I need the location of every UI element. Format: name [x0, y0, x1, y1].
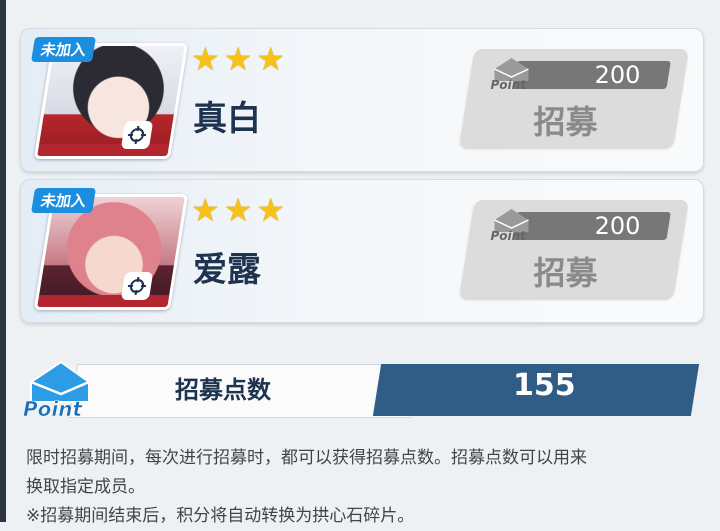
star-icon: ★	[191, 191, 220, 229]
point-text: Point	[23, 397, 83, 421]
star-rating: ★ ★ ★	[191, 43, 285, 75]
point-envelope-icon: Point	[488, 55, 534, 97]
points-value: 155	[513, 368, 576, 403]
point-envelope-icon: Point	[23, 358, 97, 426]
star-icon: ★	[256, 40, 286, 78]
description-line: 限时招募期间，每次进行招募时，都可以获得招募点数。招募点数可以用来	[26, 448, 587, 468]
description-line: ※招募期间结束后，积分将自动转换为拱心石碎片。	[26, 506, 415, 526]
star-icon: ★	[256, 191, 286, 229]
recruit-card: 未加入 ★ ★ ★ 真白 Point 200 招募	[20, 28, 704, 172]
left-edge	[0, 0, 6, 522]
recruit-cost: 200	[594, 61, 641, 89]
recruit-points-panel: Point 招募点数 155	[23, 360, 705, 422]
recruit-button-label: 招募	[533, 103, 598, 141]
star-rating: ★ ★ ★	[191, 194, 285, 226]
character-name: 爱露	[193, 250, 261, 290]
crosshair-icon[interactable]	[120, 121, 154, 149]
character-name: 真白	[193, 99, 261, 139]
description-line: 换取指定成员。	[26, 477, 145, 497]
not-joined-badge: 未加入	[31, 188, 96, 213]
recruit-cost: 200	[594, 212, 641, 240]
star-icon: ★	[223, 191, 253, 229]
cost-bar	[512, 212, 671, 240]
recruit-description: 限时招募期间，每次进行招募时，都可以获得招募点数。招募点数可以用来 换取指定成员…	[26, 444, 716, 531]
cost-bar	[512, 61, 671, 89]
star-icon: ★	[223, 40, 253, 78]
not-joined-badge: 未加入	[31, 37, 96, 62]
recruit-button[interactable]: Point 200 招募	[459, 49, 689, 147]
recruit-button[interactable]: Point 200 招募	[459, 200, 689, 298]
point-text: Point	[490, 229, 527, 243]
recruit-button-label: 招募	[533, 254, 598, 292]
points-label: 招募点数	[175, 376, 271, 404]
crosshair-icon[interactable]	[120, 272, 154, 300]
star-icon: ★	[191, 40, 220, 78]
point-text: Point	[490, 78, 527, 92]
point-envelope-icon: Point	[488, 206, 534, 248]
recruit-card: 未加入 ★ ★ ★ 爱露 Point 200 招募	[20, 179, 704, 323]
